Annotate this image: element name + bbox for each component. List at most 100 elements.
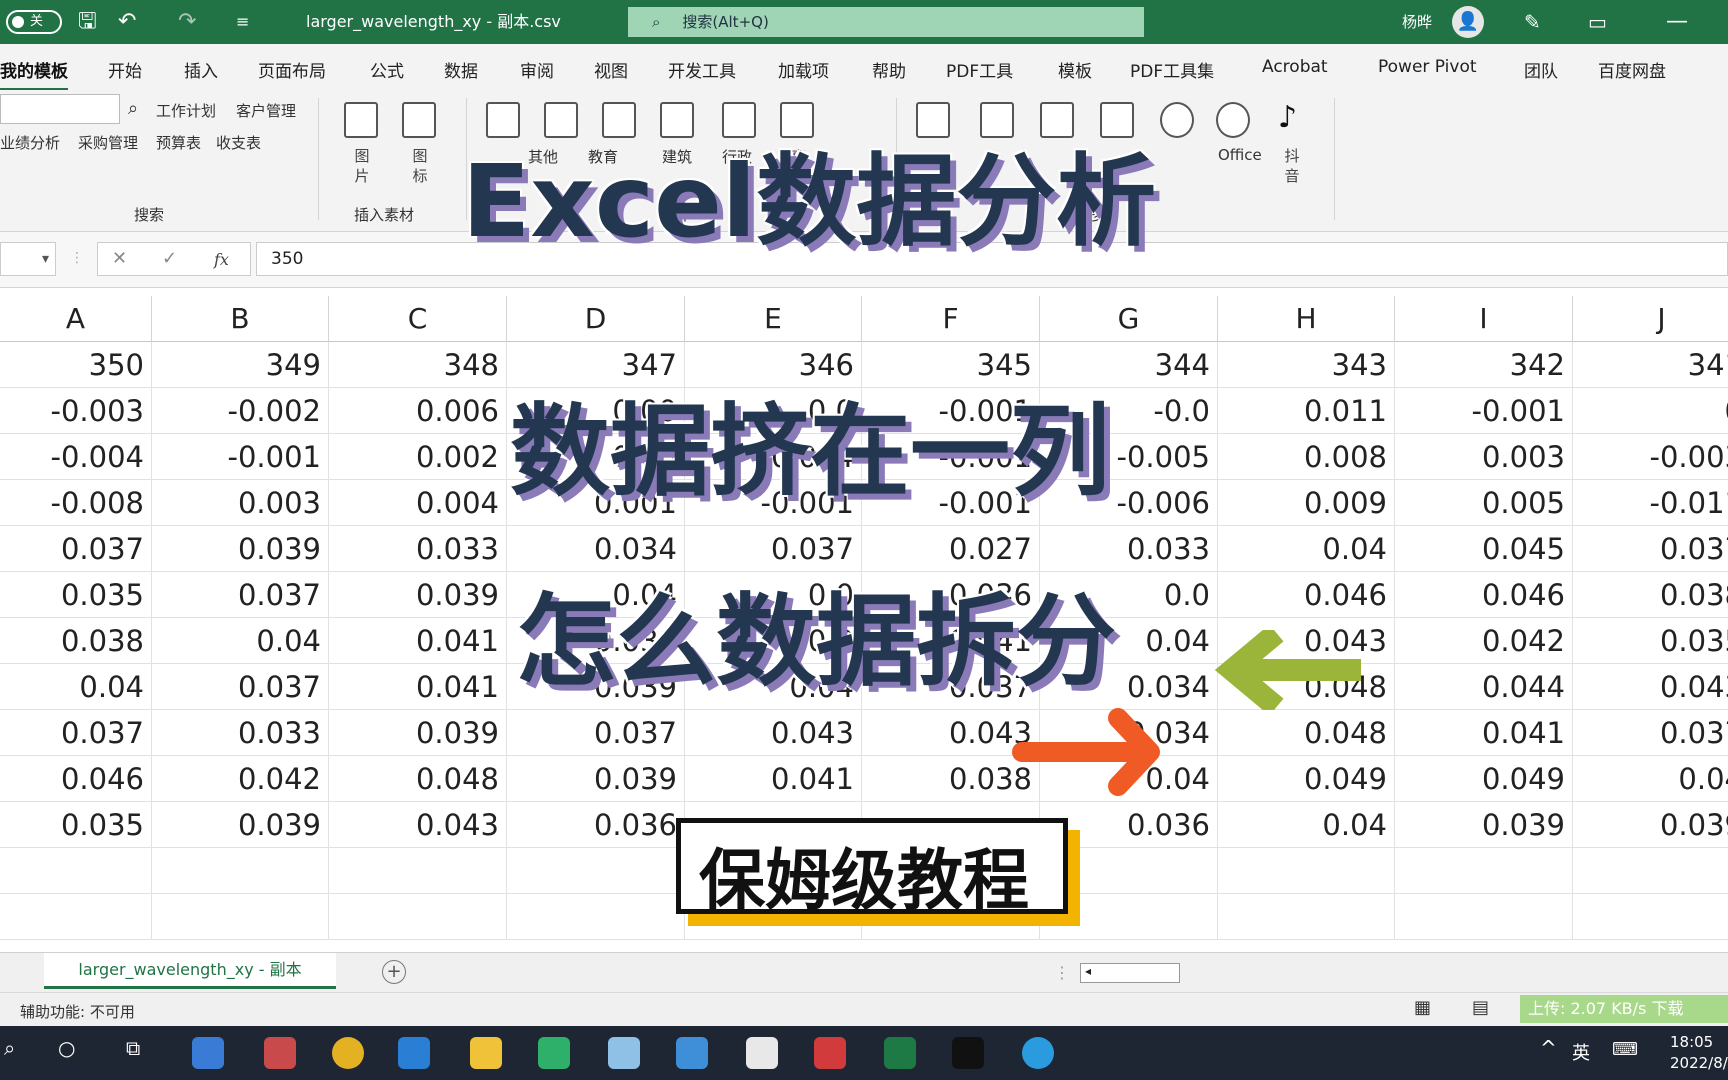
video-icon[interactable]: [1216, 102, 1250, 138]
horizontal-scrollbar[interactable]: ◂: [1080, 963, 1180, 983]
save-icon[interactable]: 🖫: [78, 0, 97, 44]
chevron-up-icon[interactable]: ^: [1540, 1036, 1557, 1060]
cell[interactable]: 0.04: [1573, 756, 1728, 802]
cell[interactable]: 0.043: [685, 710, 862, 756]
cell[interactable]: -0.008: [0, 480, 152, 526]
avatar[interactable]: 👤: [1452, 6, 1484, 38]
autosave-toggle[interactable]: 关: [6, 10, 62, 34]
cell[interactable]: [507, 894, 685, 940]
redo-icon[interactable]: ↷: [178, 0, 196, 44]
douyin-icon[interactable]: ♪: [1278, 100, 1297, 135]
cell[interactable]: -0.001: [152, 434, 329, 480]
page-layout-icon[interactable]: ▤: [1472, 997, 1489, 1018]
edge-icon[interactable]: [1022, 1037, 1054, 1069]
link-income-expense[interactable]: 收支表: [216, 132, 261, 153]
cell[interactable]: 0.037: [152, 664, 329, 710]
cell[interactable]: -0.011: [1573, 480, 1728, 526]
cell[interactable]: 0.039: [329, 710, 507, 756]
link-budget[interactable]: 预算表: [156, 132, 201, 153]
cell[interactable]: 0.037: [0, 526, 152, 572]
cell[interactable]: 0.042: [1395, 618, 1573, 664]
cell[interactable]: [0, 848, 152, 894]
cell[interactable]: 0.039: [152, 802, 329, 848]
tab-pdf-toolset[interactable]: PDF工具集: [1130, 57, 1214, 82]
cell[interactable]: 0.035: [1573, 618, 1728, 664]
cell[interactable]: [152, 848, 329, 894]
cell[interactable]: [329, 894, 507, 940]
cell[interactable]: 0.046: [1218, 572, 1395, 618]
cell[interactable]: 0.003: [152, 480, 329, 526]
cell[interactable]: 0.041: [329, 618, 507, 664]
tab-formulas[interactable]: 公式: [370, 57, 404, 82]
file-explorer-icon[interactable]: [470, 1037, 502, 1069]
text-app-icon[interactable]: [746, 1037, 778, 1069]
tab-help[interactable]: 帮助: [872, 57, 906, 82]
cell[interactable]: 0.049: [1395, 756, 1573, 802]
app-icon[interactable]: [608, 1037, 640, 1069]
tab-power-pivot[interactable]: Power Pivot: [1378, 57, 1477, 77]
cell[interactable]: 343: [1218, 342, 1395, 388]
cell[interactable]: 0.046: [1395, 572, 1573, 618]
accessibility-status[interactable]: 辅助功能: 不可用: [20, 1001, 135, 1022]
cell[interactable]: 0.041: [685, 756, 862, 802]
network-app-icon[interactable]: [192, 1037, 224, 1069]
cell[interactable]: 0.042: [152, 756, 329, 802]
column-header[interactable]: E: [685, 296, 862, 342]
tab-home[interactable]: 开始: [108, 57, 142, 82]
excel-icon[interactable]: [884, 1037, 916, 1069]
cell[interactable]: 0.048: [329, 756, 507, 802]
tab-insert[interactable]: 插入: [184, 57, 218, 82]
cell[interactable]: 0.04: [1218, 526, 1395, 572]
cell[interactable]: 350: [0, 342, 152, 388]
cell[interactable]: 0.039: [329, 572, 507, 618]
cell[interactable]: [1573, 894, 1728, 940]
tab-view[interactable]: 视图: [594, 57, 628, 82]
clock[interactable]: 18:05 2022/8/: [1670, 1032, 1728, 1074]
cell[interactable]: 0.043: [329, 802, 507, 848]
customize-icon[interactable]: ≡: [236, 0, 249, 44]
normal-view-icon[interactable]: ▦: [1414, 997, 1431, 1018]
cell[interactable]: 0.04: [0, 664, 152, 710]
column-header[interactable]: G: [1040, 296, 1218, 342]
cell[interactable]: 0.033: [152, 710, 329, 756]
cell[interactable]: 0.045: [1395, 526, 1573, 572]
cell[interactable]: 0.04: [152, 618, 329, 664]
minimize-icon[interactable]: —: [1666, 0, 1688, 44]
app-icon[interactable]: [814, 1037, 846, 1069]
cell[interactable]: 349: [152, 342, 329, 388]
link-work-plan[interactable]: 工作计划: [156, 100, 216, 121]
capcut-icon[interactable]: [952, 1037, 984, 1069]
column-header[interactable]: F: [862, 296, 1040, 342]
cell[interactable]: 0.039: [152, 526, 329, 572]
cell[interactable]: 0.037: [0, 710, 152, 756]
cell[interactable]: 0.008: [1218, 434, 1395, 480]
tab-data[interactable]: 数据: [444, 57, 478, 82]
column-header[interactable]: I: [1395, 296, 1573, 342]
cortana-icon[interactable]: ○: [58, 1036, 75, 1060]
cell[interactable]: 0.006: [329, 388, 507, 434]
cell[interactable]: 0.044: [1395, 664, 1573, 710]
tab-review[interactable]: 审阅: [520, 57, 554, 82]
task-view-icon[interactable]: ⧉: [126, 1036, 140, 1060]
template-search-input[interactable]: [0, 94, 120, 124]
cell[interactable]: 0.005: [1395, 480, 1573, 526]
vscode-icon[interactable]: [398, 1037, 430, 1069]
search-icon[interactable]: ⌕: [4, 1036, 15, 1060]
cell[interactable]: 0.037: [507, 710, 685, 756]
cell[interactable]: 0.036: [507, 802, 685, 848]
cell[interactable]: 0.035: [0, 802, 152, 848]
cell[interactable]: 0.039: [1395, 802, 1573, 848]
cell[interactable]: 0.035: [0, 572, 152, 618]
add-sheet-button[interactable]: +: [382, 960, 406, 984]
column-header[interactable]: B: [152, 296, 329, 342]
cell[interactable]: 0.046: [0, 756, 152, 802]
cell[interactable]: 0.039: [507, 756, 685, 802]
column-header[interactable]: D: [507, 296, 685, 342]
cell[interactable]: 0.041: [1395, 710, 1573, 756]
cell[interactable]: 0.043: [1573, 664, 1728, 710]
link-customer-mgmt[interactable]: 客户管理: [236, 100, 296, 121]
column-header[interactable]: A: [0, 296, 152, 342]
tab-baidu-netdisk[interactable]: 百度网盘: [1598, 57, 1666, 82]
cell[interactable]: 0.037: [1573, 526, 1728, 572]
column-header[interactable]: J: [1573, 296, 1728, 342]
